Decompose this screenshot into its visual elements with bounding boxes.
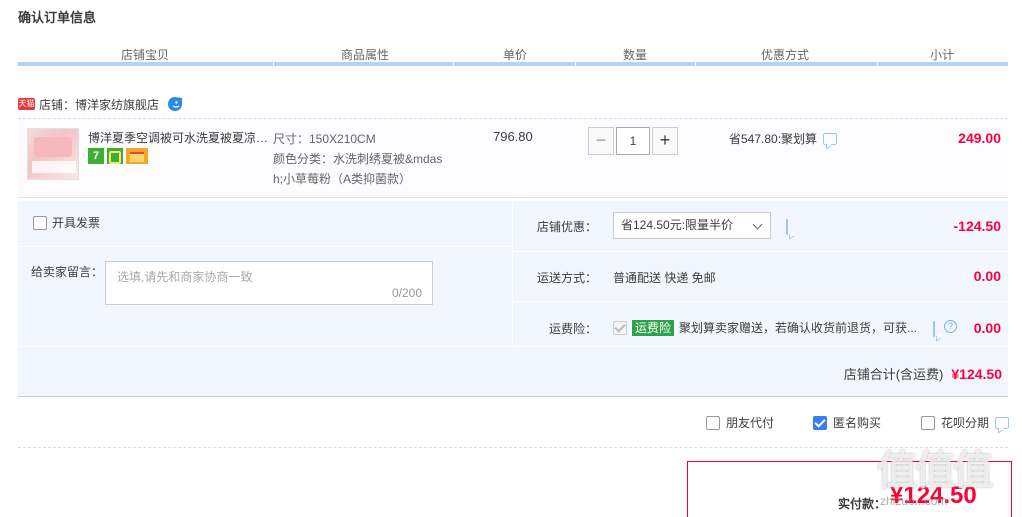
divider xyxy=(18,346,1008,347)
product-title-link[interactable]: 博洋夏季空调被可水洗夏被夏凉被... xyxy=(88,129,270,146)
divider xyxy=(512,301,1008,302)
shop-name-link[interactable]: 店铺：博洋家纺旗舰店 xyxy=(39,96,159,113)
insurance-checkbox[interactable] xyxy=(613,320,627,335)
comment-icon[interactable] xyxy=(786,219,788,235)
product-thumbnail[interactable] xyxy=(27,128,79,180)
shop-total-amount: ¥124.50 xyxy=(951,366,1002,382)
attr-color-line1: 颜色分类：水洗刺绣夏被&mdas xyxy=(273,152,443,166)
divider xyxy=(512,201,513,346)
column-header-attributes: 商品属性 xyxy=(340,48,389,62)
tmall-badge-icon: 天猫 xyxy=(18,98,35,110)
huabei-checkbox[interactable] xyxy=(921,415,935,430)
header-divider xyxy=(695,60,696,66)
comment-icon[interactable] xyxy=(995,416,1010,429)
huabei-label: 花呗分期 xyxy=(941,416,990,430)
shop-total: 店铺合计(含运费) ¥124.50 xyxy=(844,364,1002,383)
message-char-counter: 0/200 xyxy=(391,286,422,300)
insurance-text: 聚划算卖家赠送，若确认收货前退货，可获... xyxy=(679,321,918,335)
column-header-discount: 优惠方式 xyxy=(760,48,809,62)
invoice-option[interactable]: 开具发票 xyxy=(33,214,100,231)
divider xyxy=(512,251,1008,252)
credit-card-icon[interactable] xyxy=(126,148,148,164)
insurance-option: 运费险 聚划算卖家赠送，若确认收货前退货，可获... xyxy=(613,319,917,336)
message-placeholder: 选填,请先和商家协商一致 xyxy=(117,270,253,284)
quantity-decrease-button[interactable]: − xyxy=(588,127,614,155)
seller-message-textarea[interactable]: 选填,请先和商家协商一致 0/200 xyxy=(105,261,433,305)
invoice-checkbox[interactable] xyxy=(33,215,47,230)
anonymous-label: 匿名购买 xyxy=(833,416,882,430)
comment-icon[interactable] xyxy=(823,132,838,145)
divider xyxy=(18,246,512,247)
quantity-increase-button[interactable]: + xyxy=(652,127,678,155)
payment-label: 实付款： xyxy=(838,497,887,511)
option-friend-pay[interactable]: 朋友代付 xyxy=(706,414,774,431)
quantity-input[interactable]: 1 xyxy=(616,127,650,155)
shop-discount-select[interactable]: 省124.50元:限量半价 xyxy=(613,212,771,239)
insurance-label: 运费险： xyxy=(549,322,598,336)
attr-size: 尺寸：150X210CM xyxy=(273,132,376,146)
shop-discount-selected: 省124.50元:限量半价 xyxy=(621,218,734,232)
insurance-amount: 0.00 xyxy=(973,320,1001,336)
header-bar xyxy=(18,62,1008,66)
quantity-stepper: − 1 + xyxy=(588,127,678,155)
watermark-url: zhizuo...com xyxy=(880,494,948,508)
seven-day-return-icon[interactable]: 7 xyxy=(88,148,104,164)
guarantee-icon[interactable] xyxy=(107,148,123,164)
shipping-amount: 0.00 xyxy=(973,268,1001,284)
friend-pay-checkbox[interactable] xyxy=(706,415,720,430)
comment-icon[interactable] xyxy=(933,321,935,337)
option-huabei[interactable]: 花呗分期 xyxy=(921,414,1010,431)
promo-info: 省547.80:聚划算 xyxy=(729,130,838,147)
option-anonymous[interactable]: 匿名购买 xyxy=(813,414,881,431)
unit-price: 796.80 xyxy=(493,129,533,144)
shop-discount-amount: -124.50 xyxy=(953,218,1001,234)
header-divider xyxy=(273,60,274,66)
anonymous-checkbox[interactable] xyxy=(813,415,827,430)
shop-row: 天猫 店铺：博洋家纺旗舰店 xyxy=(18,95,183,113)
insurance-tag: 运费险 xyxy=(632,319,675,336)
column-header-quantity: 数量 xyxy=(622,48,647,62)
column-header-unit-price: 单价 xyxy=(502,48,527,62)
help-icon[interactable]: ? xyxy=(944,320,957,333)
item-subtotal: 249.00 xyxy=(958,130,1001,146)
header-divider xyxy=(453,60,454,66)
shipping-label: 运送方式： xyxy=(537,271,598,285)
invoice-label: 开具发票 xyxy=(52,216,101,230)
service-icons: 7 xyxy=(88,148,148,164)
message-label: 给卖家留言： xyxy=(31,265,104,279)
watermark-logo: 值值值 xyxy=(877,449,993,493)
friend-pay-label: 朋友代付 xyxy=(726,416,775,430)
header-divider xyxy=(877,60,878,66)
column-header-subtotal: 小计 xyxy=(929,48,954,62)
shop-discount-label: 店铺优惠： xyxy=(537,220,598,234)
chevron-down-icon xyxy=(752,219,763,230)
promo-text: 省547.80:聚划算 xyxy=(729,132,818,146)
shipping-method: 普通配送 快递 免邮 xyxy=(613,271,716,285)
header-divider xyxy=(575,60,576,66)
shop-total-label: 店铺合计(含运费) xyxy=(843,367,944,382)
column-header-items: 店铺宝贝 xyxy=(120,48,169,62)
attr-color-line2: h;小草莓粉（A类抑菌款） xyxy=(273,172,412,186)
divider xyxy=(18,447,1008,448)
chat-wangwang-icon[interactable] xyxy=(167,96,183,112)
page-title: 确认订单信息 xyxy=(18,10,97,25)
